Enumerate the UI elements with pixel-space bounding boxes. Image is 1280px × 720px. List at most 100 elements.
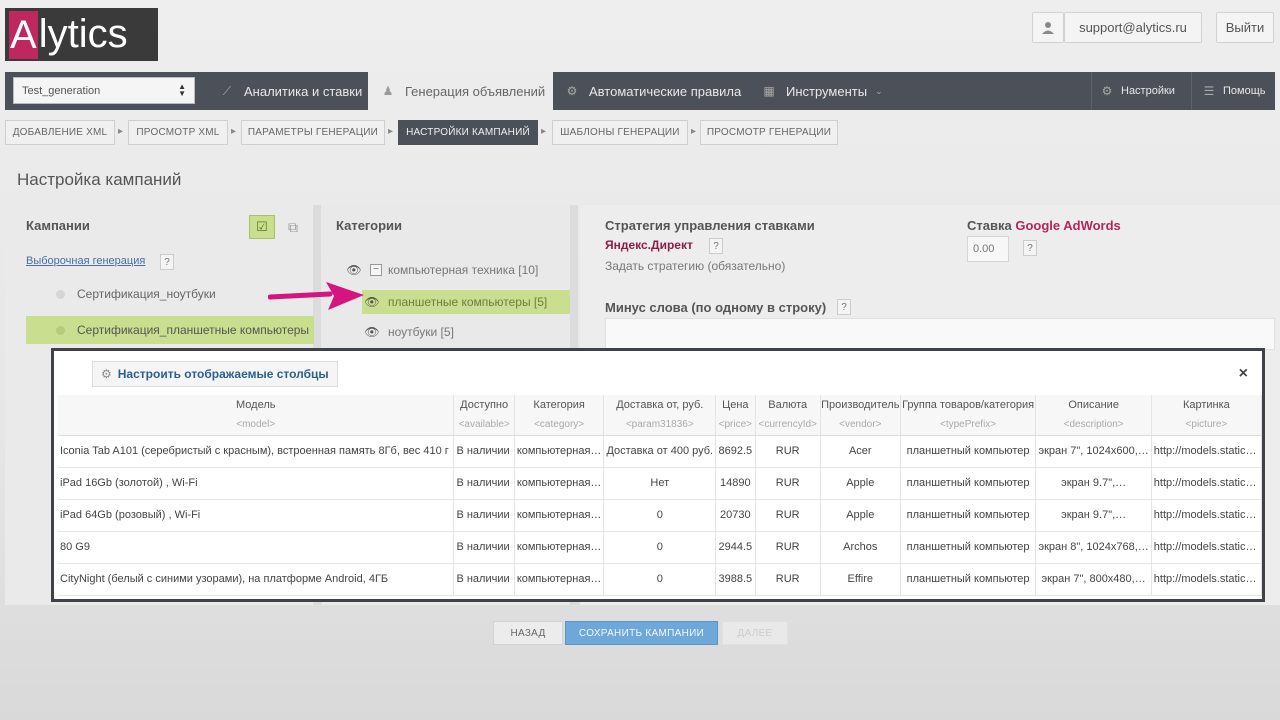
preview-table: Модель Доступно Категория Доставка от, р…: [58, 395, 1263, 596]
help-question-icon[interactable]: ?: [837, 299, 851, 315]
table-cell: RUR: [755, 563, 821, 596]
table-row[interactable]: iPad 64Gb (розовый) , Wi-Fi В наличии комп…: [58, 499, 1263, 532]
logo-text: lytics: [38, 12, 128, 56]
column-header[interactable]: Валюта: [755, 395, 821, 415]
bid-input[interactable]: 0.00: [967, 236, 1009, 262]
table-cell: iPad 16Gb (золотой) , Wi-Fi: [58, 467, 455, 500]
step-generation-templates[interactable]: ШАБЛОНЫ ГЕНЕРАЦИИ: [552, 120, 688, 145]
step-arrow-icon: ▸: [231, 126, 237, 137]
back-button[interactable]: НАЗАД: [493, 621, 563, 645]
category-row-selected[interactable]: 👁 планшетные компьютеры [5]: [362, 290, 570, 314]
column-header[interactable]: Описание: [1035, 395, 1152, 415]
alytics-logo[interactable]: Alytics: [5, 8, 158, 61]
close-icon[interactable]: ×: [1239, 365, 1248, 383]
table-row[interactable]: Iconia Tab A101 (серебристый с красным),…: [58, 435, 1263, 468]
select-all-checkbox-icon[interactable]: ☑: [249, 215, 275, 239]
tab-tools[interactable]: ▦ Инструменты ⌄: [762, 72, 902, 110]
settings-button[interactable]: ⚙ Настройки: [1091, 72, 1189, 110]
table-row[interactable]: 80 G9 В наличии компьютерная… 0 2944.5 RUR Arc…: [58, 531, 1263, 564]
campaign-item[interactable]: Сертификация_ноутбуки: [26, 280, 306, 308]
help-question-icon[interactable]: ?: [709, 238, 723, 254]
category-row[interactable]: 👁 ноутбуки [5]: [362, 320, 570, 344]
project-select-value: Test_generation: [22, 84, 101, 97]
column-key: <typePrefix>: [900, 415, 1037, 436]
table-row[interactable]: iPad 16Gb (золотой) , Wi-Fi В наличии комп…: [58, 467, 1263, 500]
logo-letter: A: [9, 10, 38, 59]
logout-button[interactable]: Выйти: [1216, 12, 1274, 43]
category-label: планшетные компьютеры [5]: [388, 295, 548, 309]
tab-ad-generation[interactable]: ♟ Генерация объявлений: [368, 72, 553, 110]
table-cell: компьютерная…: [514, 467, 605, 500]
table-cell: 3988.5: [715, 563, 756, 596]
table-cell: 8692.5: [715, 435, 756, 468]
table-cell: CityNight (белый с синими узорами), на п…: [58, 563, 455, 596]
help-question-icon[interactable]: ?: [1023, 240, 1037, 256]
table-cell: RUR: [755, 499, 821, 532]
minus-words-textarea[interactable]: [605, 318, 1275, 350]
eye-icon[interactable]: 👁: [344, 263, 364, 277]
save-campaigns-button[interactable]: СОХРАНИТЬ КАМПАНИИ: [565, 621, 718, 645]
column-header[interactable]: Модель: [58, 395, 455, 415]
table-cell: планшетный компьютер: [900, 467, 1037, 500]
category-row[interactable]: 👁 − компьютерная техника [10]: [344, 258, 564, 282]
table-cell: RUR: [755, 435, 821, 468]
column-header[interactable]: Группа товаров/категория: [900, 395, 1037, 415]
status-dot-icon: [56, 325, 65, 335]
selective-generation-link[interactable]: Выборочная генерация: [26, 255, 145, 267]
campaign-item-selected[interactable]: Сертификация_планшетные компьютеры: [26, 316, 314, 344]
tab-auto-rules[interactable]: ⚙ Автоматические правила: [563, 72, 753, 110]
tab-analytics[interactable]: ⟋ Аналитика и ставки: [210, 72, 368, 110]
table-row[interactable]: CityNight (белый с синими узорами), на п…: [58, 563, 1263, 596]
table-cell: 20730: [715, 499, 756, 532]
eye-icon[interactable]: 👁: [362, 325, 382, 339]
help-question-icon[interactable]: ?: [160, 254, 174, 270]
column-header[interactable]: Категория: [514, 395, 605, 415]
project-select[interactable]: Test_generation ▲ ▼: [13, 77, 195, 104]
step-generation-preview[interactable]: ПРОСМОТР ГЕНЕРАЦИИ: [700, 120, 838, 145]
column-header[interactable]: Производитель: [820, 395, 901, 415]
support-email-link[interactable]: support@alytics.ru: [1064, 12, 1202, 43]
next-button[interactable]: ДАЛЕЕ: [722, 621, 788, 645]
tab-auto-rules-label: Автоматические правила: [589, 83, 742, 99]
step-add-xml[interactable]: ДОБАВЛЕНИЕ XML: [5, 120, 115, 145]
table-cell: Apple: [820, 499, 901, 532]
column-key: <model>: [58, 415, 455, 436]
chevron-down-icon: ⌄: [875, 85, 883, 96]
tools-icon: ▦: [763, 84, 775, 98]
column-header[interactable]: Доставка от, руб.: [603, 395, 717, 415]
step-view-xml[interactable]: ПРОСМОТР XML: [128, 120, 228, 145]
step-campaign-settings[interactable]: НАСТРОЙКИ КАМПАНИЙ: [398, 120, 538, 145]
column-header[interactable]: Доступно: [453, 395, 515, 415]
table-cell: планшетный компьютер: [900, 435, 1037, 468]
table-cell: http://models.static…: [1151, 563, 1263, 596]
bid-system: Google AdWords: [1015, 218, 1121, 233]
table-cell: 14890: [715, 467, 756, 500]
table-cell: Archos: [820, 531, 901, 564]
copy-icon[interactable]: ⧉: [282, 215, 304, 239]
table-cell: RUR: [755, 531, 821, 564]
help-button[interactable]: ☰ Помощь: [1191, 72, 1275, 110]
table-cell: http://models.static…: [1151, 499, 1263, 532]
table-cell: В наличии: [453, 435, 515, 468]
table-header-row: Модель Доступно Категория Доставка от, р…: [58, 395, 1263, 415]
step-arrow-icon: ▸: [691, 126, 697, 137]
table-cell: Acer: [820, 435, 901, 468]
select-arrows-icon: ▲ ▼: [178, 82, 186, 98]
table-cell: В наличии: [453, 499, 515, 532]
configure-columns-button[interactable]: ⚙ Настроить отображаемые столбцы: [92, 361, 338, 387]
step-arrow-icon: ▸: [388, 126, 394, 137]
column-key: <picture>: [1151, 415, 1263, 436]
column-header[interactable]: Цена: [715, 395, 756, 415]
table-cell: экран 8", 1024x768,…: [1035, 531, 1152, 564]
strategy-system: Яндекс.Директ: [605, 238, 693, 252]
table-cell: компьютерная…: [514, 531, 605, 564]
collapse-minus-icon[interactable]: −: [370, 264, 382, 276]
column-key: <description>: [1035, 415, 1152, 436]
table-cell: RUR: [755, 467, 821, 500]
user-icon[interactable]: [1032, 12, 1064, 43]
column-header[interactable]: Картинка: [1151, 395, 1263, 415]
bid-label: Ставка: [967, 218, 1012, 233]
set-strategy-link[interactable]: Задать стратегию (обязательно): [605, 259, 785, 273]
table-cell: экран 7", 1024x600,…: [1035, 435, 1152, 468]
step-generation-params[interactable]: ПАРАМЕТРЫ ГЕНЕРАЦИИ: [241, 120, 385, 145]
